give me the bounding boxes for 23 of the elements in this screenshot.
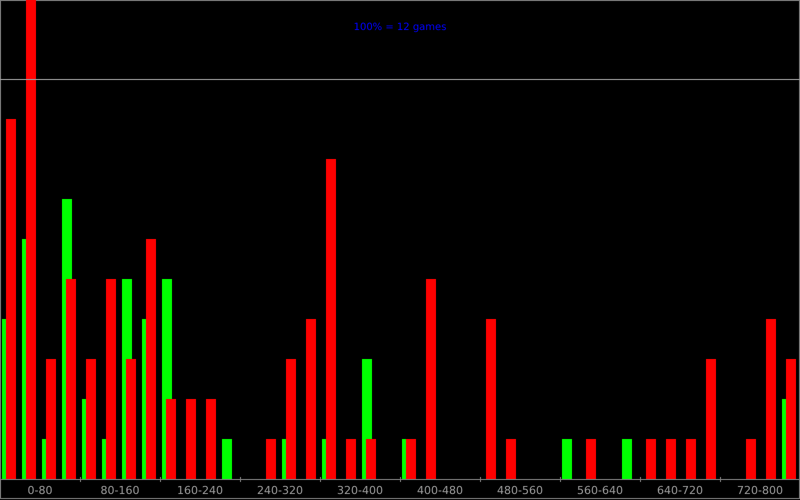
axis-label: 720-800 (737, 484, 783, 497)
axis-label: 480-560 (497, 484, 543, 497)
bar (746, 439, 756, 479)
bar (622, 439, 632, 479)
axis-label: 160-240 (177, 484, 223, 497)
bar (506, 439, 516, 479)
axis-label: 0-80 (28, 484, 52, 497)
axis-label: 320-400 (337, 484, 383, 497)
bar (346, 439, 356, 479)
bar (406, 439, 416, 479)
bar (586, 439, 596, 479)
axis-label: 240-320 (257, 484, 303, 497)
axis-label: 400-480 (417, 484, 463, 497)
bar (666, 439, 676, 479)
axis-label: 640-720 (657, 484, 703, 497)
bar (222, 439, 232, 479)
bar (266, 439, 276, 479)
bar (646, 439, 656, 479)
axis-label: 80-160 (100, 484, 140, 497)
reference-label: 100% = 12 games (354, 22, 446, 33)
axis-label: 560-640 (577, 484, 623, 497)
bar (562, 439, 572, 479)
bar (686, 439, 696, 479)
